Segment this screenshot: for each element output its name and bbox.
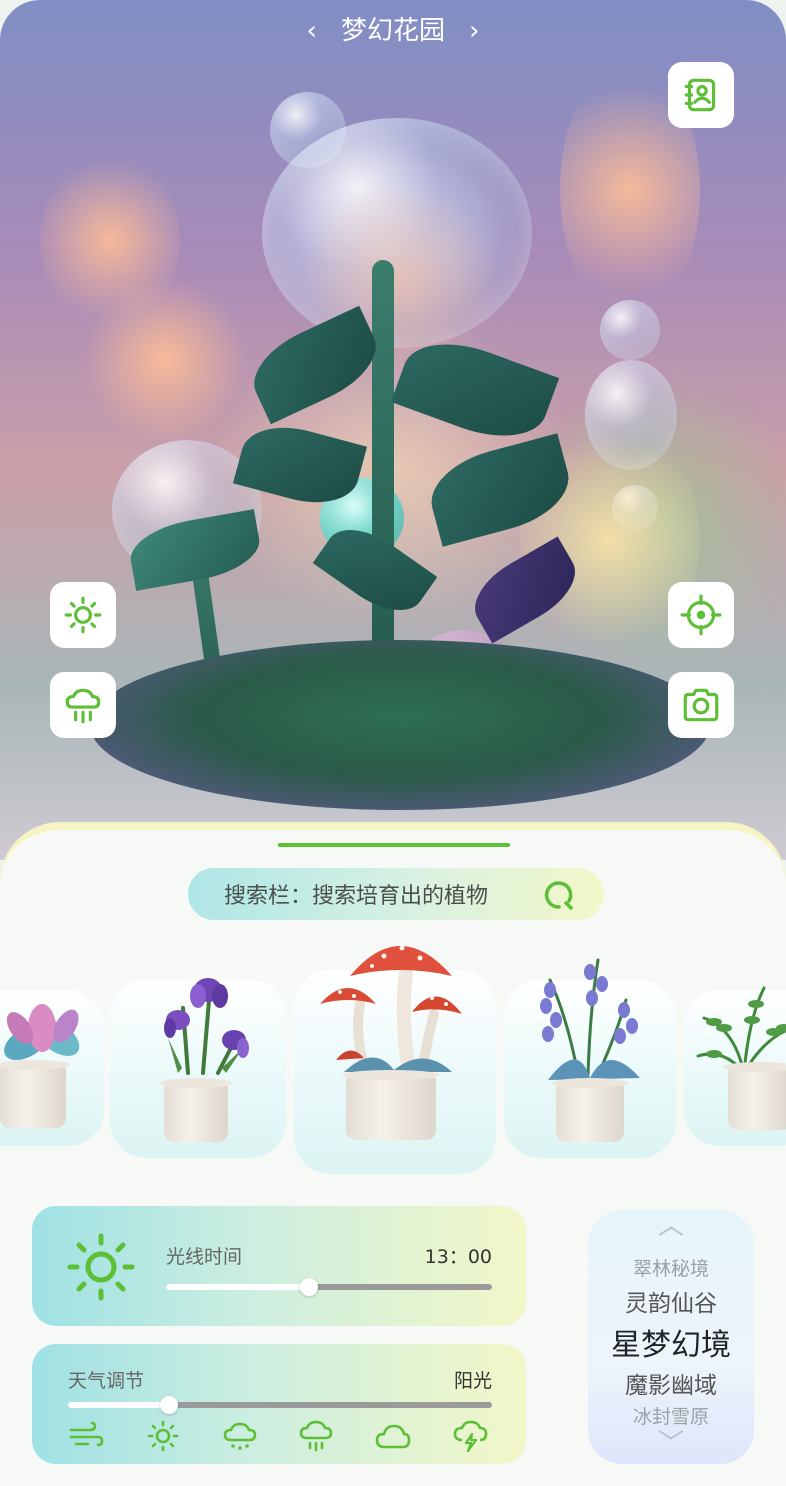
picker-item[interactable]: 灵韵仙谷 [588, 1284, 754, 1318]
scene-picker[interactable]: ︿ 翠林秘境 灵韵仙谷 星梦幻境 魔影幽域 冰封雪原 ﹀ [588, 1210, 754, 1464]
next-arrow[interactable]: › [459, 14, 489, 48]
picker-item[interactable]: 魔影幽域 [588, 1366, 754, 1400]
weather-label: 天气调节 [68, 1370, 145, 1392]
search-icon[interactable] [544, 880, 574, 910]
rain-cloud-icon [65, 688, 101, 724]
search-input[interactable]: 搜索栏：搜索培育出的植物 [224, 878, 488, 910]
fern-card[interactable] [684, 986, 786, 1146]
cloud-drizzle-icon[interactable] [222, 1420, 258, 1452]
sun-icon [64, 596, 102, 634]
moss-base [90, 640, 710, 810]
picker-up-arrow[interactable]: ︿ [588, 1213, 754, 1239]
weather-slider-knob[interactable] [160, 1396, 178, 1414]
light-label: 光线时间 [166, 1246, 243, 1268]
wind-icon[interactable] [68, 1420, 104, 1452]
plant-stem [372, 260, 394, 680]
flower-pot [160, 1078, 232, 1142]
search-bar[interactable]: 搜索栏：搜索培育出的植物 [188, 868, 604, 920]
rain-button[interactable] [50, 672, 116, 738]
iris-card[interactable] [110, 978, 286, 1158]
camera-icon [683, 688, 719, 722]
locate-button[interactable] [668, 582, 734, 648]
page-title-bar: ‹ 梦幻花园 › [0, 14, 786, 48]
weather-slider-fill [68, 1402, 166, 1408]
iris-plant [164, 978, 249, 1075]
coral-branch [80, 280, 250, 440]
camera-button[interactable] [668, 672, 734, 738]
succulent-card[interactable] [0, 990, 104, 1146]
weather-value: 阳光 [453, 1370, 492, 1392]
light-panel: 光线时间 13：00 [32, 1206, 526, 1326]
prev-arrow[interactable]: ‹ [297, 14, 327, 48]
flower-pot [0, 1060, 70, 1128]
page-title: 梦幻花园 [340, 16, 445, 46]
sun-icon[interactable] [145, 1420, 181, 1452]
light-slider[interactable] [166, 1278, 492, 1296]
succulent-plant [4, 1004, 80, 1061]
garden-scene[interactable]: ‹ 梦幻花园 › [0, 0, 786, 860]
bluebell-plant [540, 958, 640, 1080]
flower-pot [724, 1062, 786, 1130]
light-slider-fill [166, 1284, 310, 1290]
cloud-icon[interactable] [375, 1420, 411, 1452]
picker-item[interactable]: 冰封雪原 [588, 1402, 754, 1429]
light-slider-knob[interactable] [300, 1278, 319, 1296]
sheet-handle[interactable] [278, 843, 510, 847]
bluebell-card[interactable] [504, 958, 676, 1158]
light-time: 13：00 [424, 1246, 492, 1268]
weather-slider[interactable] [68, 1396, 492, 1414]
weather-options [68, 1420, 488, 1454]
thunder-cloud-icon[interactable] [452, 1420, 488, 1452]
sun-icon [67, 1233, 135, 1301]
app-screen: ‹ 梦幻花园 › 搜索栏：搜索培育出的植物 光线时间 13：00 天气调节 阳光… [0, 0, 786, 1486]
sun-button[interactable] [50, 582, 116, 648]
flower-pot [552, 1078, 628, 1142]
mushroom-card[interactable] [294, 945, 496, 1174]
rain-cloud-icon[interactable] [298, 1420, 334, 1452]
flower-pot [342, 1070, 440, 1140]
picker-down-arrow[interactable]: ﹀ [588, 1431, 754, 1457]
crosshair-icon [680, 594, 722, 636]
contacts-button[interactable] [668, 62, 734, 128]
picker-item-selected[interactable]: 星梦幻境 [588, 1320, 754, 1364]
address-book-icon [684, 78, 716, 112]
picker-item[interactable]: 翠林秘境 [588, 1254, 754, 1281]
mushroom-plant [320, 945, 462, 1081]
